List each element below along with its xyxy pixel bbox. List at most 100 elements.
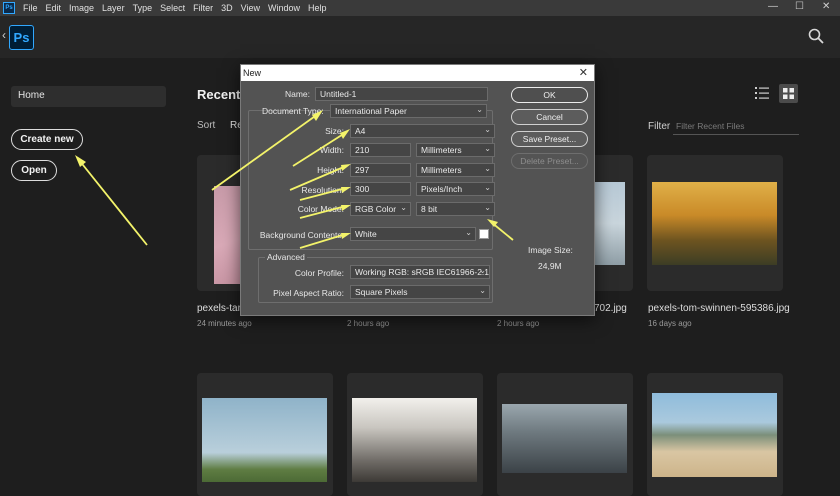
pixel-aspect-ratio-label: Pixel Aspect Ratio: <box>273 288 344 298</box>
chevron-down-icon: ⌄ <box>484 125 491 134</box>
search-icon[interactable] <box>808 28 824 44</box>
menu-window[interactable]: Window <box>268 3 300 13</box>
chevron-down-icon: ⌄ <box>484 203 491 212</box>
filter-label: Filter <box>648 121 671 132</box>
size-value: A4 <box>355 126 366 136</box>
height-field[interactable]: 297 <box>350 163 411 177</box>
menu-help[interactable]: Help <box>308 3 327 13</box>
color-profile-value: Working RGB: sRGB IEC61966-2.1 <box>355 267 490 277</box>
pixel-aspect-ratio-dropdown[interactable]: Square Pixels ⌄ <box>350 285 490 299</box>
chevron-left-icon[interactable]: ‹ <box>2 28 6 42</box>
menu-type[interactable]: Type <box>133 3 153 13</box>
cancel-button[interactable]: Cancel <box>511 109 588 125</box>
file-thumbnail <box>502 404 627 473</box>
app-header: ‹ Ps <box>0 16 840 58</box>
resolution-unit-value: Pixels/Inch <box>421 184 463 194</box>
size-label: Size: <box>325 126 344 136</box>
image-size-label: Image Size: <box>528 245 573 255</box>
menu-3d[interactable]: 3D <box>221 3 233 13</box>
resolution-unit-dropdown[interactable]: Pixels/Inch ⌄ <box>416 182 495 196</box>
height-label: Height: <box>317 165 344 175</box>
ok-button[interactable]: OK <box>511 87 588 103</box>
image-size-value: 24,9M <box>538 261 562 271</box>
height-unit-dropdown[interactable]: Millimeters ⌄ <box>416 163 495 177</box>
color-profile-dropdown[interactable]: Working RGB: sRGB IEC61966-2.1 ⌄ <box>350 265 490 279</box>
file-name: 702.jpg <box>594 303 627 314</box>
dialog-title: New <box>241 65 594 81</box>
background-contents-label: Background Contents: <box>259 230 344 240</box>
file-thumbnail <box>652 393 777 477</box>
sidebar-item-home[interactable]: Home <box>11 86 166 107</box>
chevron-down-icon: ⌄ <box>400 203 407 212</box>
file-time: 16 days ago <box>648 319 692 328</box>
recent-file-card[interactable] <box>197 373 333 496</box>
recent-file-card[interactable] <box>497 373 633 496</box>
name-label: Name: <box>284 89 310 99</box>
document-type-dropdown[interactable]: International Paper ⌄ <box>330 104 487 118</box>
file-thumbnail <box>593 182 625 265</box>
document-type-value: International Paper <box>335 106 407 116</box>
file-thumbnail <box>652 182 777 265</box>
ps-mini-logo: Ps <box>3 2 15 14</box>
resolution-field[interactable]: 300 <box>350 182 411 196</box>
delete-preset-button[interactable]: Delete Preset... <box>511 153 588 169</box>
chevron-down-icon: ⌄ <box>476 105 483 114</box>
width-label: Width: <box>319 145 344 155</box>
width-field[interactable]: 210 <box>350 143 411 157</box>
resolution-label: Resolution: <box>301 185 344 195</box>
chevron-down-icon: ⌄ <box>479 266 486 275</box>
menu-file[interactable]: File <box>23 3 38 13</box>
background-color-swatch[interactable] <box>479 229 489 239</box>
advanced-title: Advanced <box>265 252 307 262</box>
dialog-close-icon[interactable]: ✕ <box>579 66 588 79</box>
create-new-button[interactable]: Create new <box>11 129 83 150</box>
menu-image[interactable]: Image <box>69 3 94 13</box>
recent-title: Recent <box>197 87 241 102</box>
file-name: pexels-tom-swinnen-595386.jpg <box>648 303 790 314</box>
size-dropdown[interactable]: A4 ⌄ <box>350 124 495 138</box>
save-preset-button[interactable]: Save Preset... <box>511 131 588 147</box>
menu-view[interactable]: View <box>241 3 260 13</box>
menu-layer[interactable]: Layer <box>102 3 125 13</box>
color-mode-label: Color Mode: <box>297 204 344 214</box>
menu-filter[interactable]: Filter <box>193 3 213 13</box>
recent-file-card[interactable] <box>347 373 483 496</box>
ps-logo: Ps <box>9 25 34 50</box>
file-thumbnail <box>352 398 477 482</box>
chevron-down-icon: ⌄ <box>484 183 491 192</box>
menubar: Ps File Edit Image Layer Type Select Fil… <box>0 0 840 16</box>
pixel-aspect-ratio-value: Square Pixels <box>355 287 408 297</box>
width-unit-value: Millimeters <box>421 145 462 155</box>
color-profile-label: Color Profile: <box>294 268 344 278</box>
filter-recent-input[interactable] <box>673 117 799 135</box>
close-window-button[interactable]: ✕ <box>822 1 830 12</box>
chevron-down-icon: ⌄ <box>479 286 486 295</box>
sort-label: Sort <box>197 120 216 131</box>
recent-file-card[interactable] <box>647 373 783 496</box>
document-type-label: Document Type: <box>262 106 324 116</box>
name-field[interactable]: Untitled-1 <box>315 87 488 101</box>
grid-view-icon[interactable] <box>779 84 798 103</box>
chevron-down-icon: ⌄ <box>465 228 472 237</box>
chevron-down-icon: ⌄ <box>484 144 491 153</box>
bit-depth-value: 8 bit <box>421 204 438 214</box>
maximize-button[interactable]: ☐ <box>795 1 804 12</box>
file-time: 2 hours ago <box>497 319 540 328</box>
file-thumbnail <box>202 398 327 482</box>
width-unit-dropdown[interactable]: Millimeters ⌄ <box>416 143 495 157</box>
open-button[interactable]: Open <box>11 160 57 181</box>
file-name: pexels-tary <box>197 303 246 314</box>
minimize-button[interactable]: — <box>768 1 778 12</box>
chevron-down-icon: ⌄ <box>484 164 491 173</box>
recent-file-card[interactable] <box>647 155 783 291</box>
menu-edit[interactable]: Edit <box>46 3 62 13</box>
background-contents-value: White <box>355 229 377 239</box>
background-contents-dropdown[interactable]: White ⌄ <box>350 227 476 241</box>
height-unit-value: Millimeters <box>421 165 462 175</box>
menu-select[interactable]: Select <box>160 3 185 13</box>
list-view-icon[interactable] <box>755 86 769 100</box>
color-mode-dropdown[interactable]: RGB Color ⌄ <box>350 202 411 216</box>
color-mode-value: RGB Color <box>355 204 397 214</box>
bit-depth-dropdown[interactable]: 8 bit ⌄ <box>416 202 495 216</box>
file-time: 24 minutes ago <box>197 319 252 328</box>
